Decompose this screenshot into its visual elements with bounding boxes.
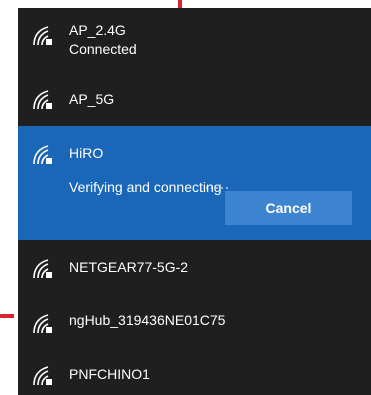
wifi-secured-icon	[33, 90, 52, 110]
network-name: HiRO	[69, 145, 104, 161]
network-item-ap-2-4g[interactable]: AP_2.4G Connected	[18, 8, 371, 70]
network-item-hiro[interactable]: HiRO Verifying and connecting Cancel	[18, 126, 371, 240]
network-item-nghub[interactable]: ngHub_319436NE01C75	[18, 294, 371, 348]
network-status: Connected	[69, 41, 137, 57]
wifi-secured-icon	[33, 26, 52, 46]
network-name: AP_5G	[69, 91, 115, 107]
wifi-secured-icon	[33, 259, 52, 279]
network-item-netgear77-5g-2[interactable]: NETGEAR77-5G-2	[18, 240, 371, 294]
network-item-pnfchino1[interactable]: PNFCHINO1	[18, 348, 371, 395]
network-name: PNFCHINO1	[69, 366, 150, 382]
wifi-secured-icon	[33, 366, 52, 386]
screenshot-stage: AP_2.4G Connected AP_5G HiRO Verifying a…	[0, 0, 371, 395]
network-status: Verifying and connecting	[69, 179, 222, 195]
wifi-network-list: AP_2.4G Connected AP_5G HiRO Verifying a…	[18, 8, 371, 395]
network-item-ap-5g[interactable]: AP_5G	[18, 70, 371, 126]
cancel-button[interactable]: Cancel	[225, 191, 352, 225]
wifi-secured-icon	[33, 145, 52, 165]
network-name: NETGEAR77-5G-2	[69, 259, 189, 275]
network-name: AP_2.4G	[69, 22, 126, 38]
wifi-secured-icon	[33, 314, 52, 334]
network-name: ngHub_319436NE01C75	[69, 312, 226, 328]
annotation-marker-left	[0, 314, 14, 318]
